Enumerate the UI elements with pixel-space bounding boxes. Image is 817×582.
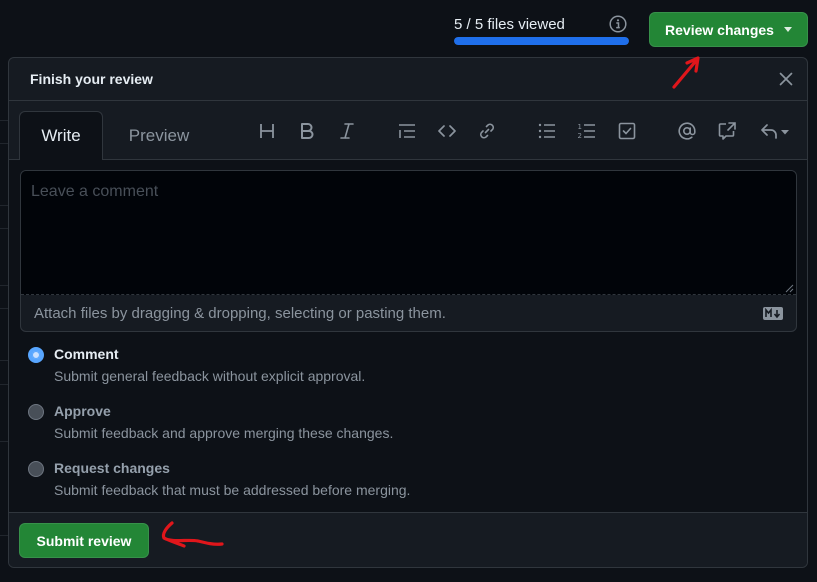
files-viewed-progress (454, 37, 629, 45)
close-icon[interactable] (777, 70, 795, 88)
editor-tabs: Write Preview 12 (9, 101, 807, 160)
comment-box: Attach files by dragging & dropping, sel… (20, 170, 797, 332)
bold-button[interactable] (295, 119, 319, 143)
ordered-list-icon: 12 (578, 123, 595, 140)
markdown-icon[interactable] (763, 307, 783, 320)
radio-button[interactable] (28, 347, 44, 363)
heading-icon (260, 124, 274, 138)
ordered-list-button[interactable]: 12 (575, 119, 599, 143)
files-viewed-text: 5 / 5 files viewed (454, 16, 565, 33)
link-icon (480, 123, 494, 139)
task-list-button[interactable] (615, 119, 639, 143)
italic-icon (340, 123, 354, 139)
radio-button[interactable] (28, 404, 44, 420)
unordered-list-button[interactable] (535, 119, 559, 143)
code-button[interactable] (435, 119, 459, 143)
link-button[interactable] (475, 119, 499, 143)
tab-preview[interactable]: Preview (117, 111, 201, 160)
submit-review-button[interactable]: Submit review (19, 523, 149, 558)
option-label[interactable]: Approve (54, 403, 111, 419)
info-icon[interactable] (609, 15, 627, 33)
svg-text:2: 2 (578, 132, 582, 140)
progress-fill (454, 37, 629, 45)
dialog-header: Finish your review (9, 58, 807, 101)
dialog-title: Finish your review (30, 71, 153, 87)
heading-button[interactable] (255, 119, 279, 143)
radio-button[interactable] (28, 461, 44, 477)
review-changes-label: Review changes (665, 21, 774, 38)
quote-icon (399, 124, 415, 138)
mention-icon (678, 122, 696, 140)
quote-button[interactable] (395, 119, 419, 143)
bold-icon (301, 123, 314, 139)
cross-reference-button[interactable] (715, 119, 739, 143)
svg-text:1: 1 (578, 123, 582, 131)
attach-files-text[interactable]: Attach files by dragging & dropping, sel… (34, 305, 446, 322)
caret-down-icon (783, 27, 792, 32)
reply-icon (761, 124, 789, 139)
option-description: Submit feedback that must be addressed b… (54, 482, 411, 498)
mention-button[interactable] (675, 119, 699, 143)
cross-reference-icon (718, 122, 736, 140)
tab-write[interactable]: Write (19, 111, 103, 160)
option-label[interactable]: Request changes (54, 460, 170, 476)
task-list-icon (618, 122, 636, 140)
resize-handle-icon[interactable] (784, 283, 794, 293)
unordered-list-icon (538, 123, 555, 139)
finish-review-dialog: Finish your review Write Preview 1 2 Lea… (8, 57, 808, 568)
review-changes-button[interactable]: Review changes (649, 12, 808, 47)
dialog-footer: Submit review (9, 512, 807, 567)
code-icon (438, 125, 456, 137)
comment-textarea[interactable] (21, 171, 796, 295)
saved-replies-button[interactable] (757, 119, 793, 143)
option-label[interactable]: Comment (54, 346, 119, 362)
italic-button[interactable] (335, 119, 359, 143)
option-description: Submit feedback and approve merging thes… (54, 425, 394, 441)
option-description: Submit general feedback without explicit… (54, 368, 366, 384)
